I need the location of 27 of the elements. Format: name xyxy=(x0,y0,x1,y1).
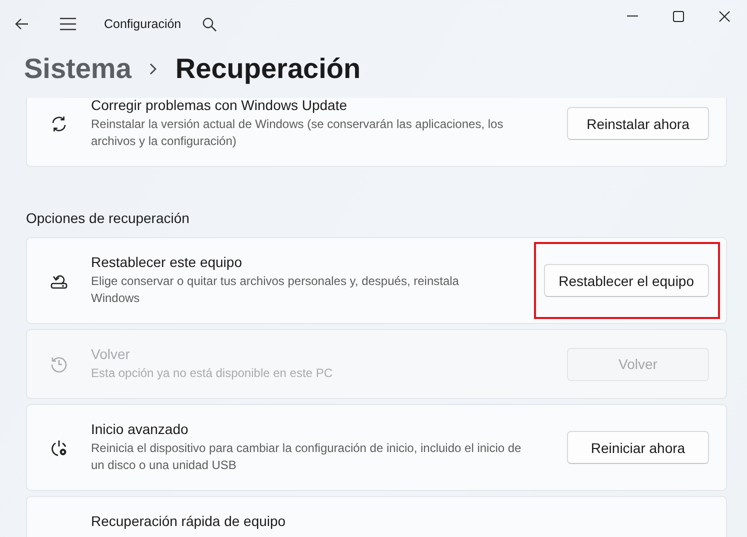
breadcrumb-link[interactable]: Sistema xyxy=(24,53,132,85)
card-title: Volver xyxy=(91,346,131,362)
card-description: Reinicia el dispositivo para cambiar la configuración de inicio, incluido el inicio de un disco o una unidad USB xyxy=(91,440,522,474)
action-button[interactable]: Restablecer el equipo xyxy=(544,264,709,297)
card-description: Esta opción ya no está disponible en este PC xyxy=(91,365,334,382)
minimize-icon xyxy=(626,15,638,17)
section-heading: Opciones de recuperación xyxy=(26,210,190,226)
chevron-icon xyxy=(149,63,158,75)
card-title: Recuperación rápida de equipo xyxy=(91,513,287,529)
action-button: Volver xyxy=(567,348,709,380)
window-title: Configuración xyxy=(104,17,182,31)
menu-icon xyxy=(59,17,77,31)
maximize-icon xyxy=(672,10,684,22)
card-title: Restablecer este equipo xyxy=(91,254,243,270)
back-icon xyxy=(14,16,30,32)
card-description: Elige conservar o quitar tus archivos personales y, después, reinstala Windows xyxy=(91,273,460,307)
action-button[interactable]: Reiniciar ahora xyxy=(567,431,709,464)
power-gear-icon xyxy=(50,438,68,456)
page-title: Recuperación xyxy=(175,53,361,85)
card-description: Reinstalar la versión actual de Windows (se conservarán las aplicaciones, los archivos y la configuración) xyxy=(91,116,504,150)
card-title: Inicio avanzado xyxy=(91,421,190,437)
action-button[interactable]: Reinstalar ahora xyxy=(567,107,709,140)
close-icon xyxy=(718,10,730,22)
search-icon xyxy=(202,16,217,32)
refresh-icon xyxy=(50,114,68,132)
history-icon xyxy=(50,355,68,373)
card-title: Corregir problemas con Windows Update xyxy=(91,98,348,113)
